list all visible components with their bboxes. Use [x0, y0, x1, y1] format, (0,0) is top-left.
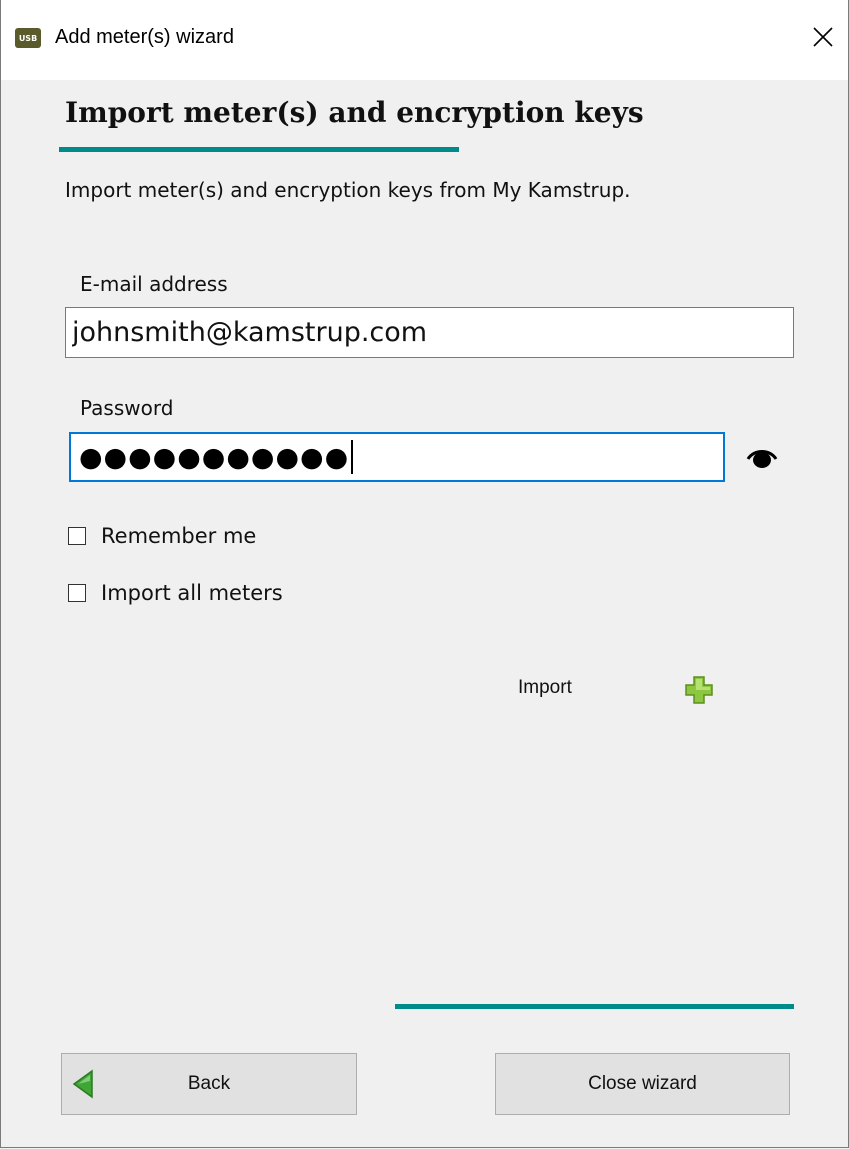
app-icon: USB — [15, 28, 41, 48]
import-all-meters-box[interactable] — [68, 584, 86, 602]
email-label: E-mail address — [80, 272, 228, 296]
close-wizard-button[interactable]: Close wizard — [495, 1053, 790, 1115]
password-label: Password — [80, 396, 174, 420]
page-heading: Import meter(s) and encryption keys — [65, 96, 644, 129]
eye-icon[interactable] — [746, 445, 778, 469]
remember-me-label: Remember me — [101, 524, 257, 548]
window-close-button[interactable] — [804, 18, 842, 56]
back-button-label: Back — [187, 1073, 231, 1094]
import-all-meters-checkbox[interactable]: Import all meters — [68, 581, 283, 605]
wizard-progress-line — [395, 1004, 794, 1009]
text-caret — [351, 440, 354, 474]
page-subtitle: Import meter(s) and encryption keys from… — [65, 178, 631, 202]
window-title: Add meter(s) wizard — [55, 26, 234, 48]
import-all-meters-label: Import all meters — [101, 581, 283, 605]
plus-icon[interactable] — [683, 674, 715, 706]
back-arrow-icon — [72, 1069, 93, 1099]
remember-me-box[interactable] — [68, 527, 86, 545]
title-bar: USB Add meter(s) wizard — [1, 0, 848, 80]
close-icon — [813, 27, 833, 47]
back-button[interactable]: Back — [61, 1053, 357, 1115]
remember-me-checkbox[interactable]: Remember me — [68, 524, 256, 548]
password-field[interactable]: ●●●●●●●●●●● — [69, 432, 725, 482]
heading-underline — [59, 147, 459, 152]
close-wizard-label: Close wizard — [588, 1073, 697, 1094]
email-field[interactable] — [65, 307, 794, 358]
password-masked-value: ●●●●●●●●●●● — [79, 441, 350, 473]
wizard-window: USB Add meter(s) wizard Import meter(s) … — [0, 0, 849, 1148]
import-button[interactable]: Import — [518, 677, 572, 699]
